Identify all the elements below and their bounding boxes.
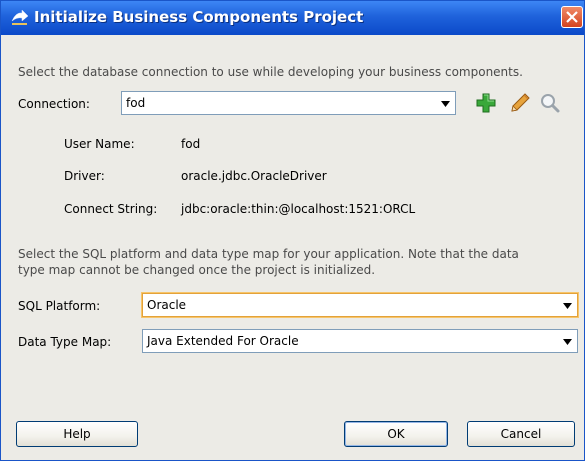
data-type-map-value: Java Extended For Oracle	[147, 334, 299, 348]
help-button-label: Help	[63, 427, 91, 441]
connect-string-value: jdbc:oracle:thin:@localhost:1521:ORCL	[181, 202, 416, 216]
platform-instructions-line2: type map cannot be changed once the proj…	[18, 263, 376, 277]
plus-icon	[476, 93, 496, 113]
cancel-button-label: Cancel	[500, 427, 542, 441]
data-type-map-label: Data Type Map:	[18, 335, 112, 349]
edit-connection-button[interactable]	[509, 92, 531, 114]
platform-instructions-line1: Select the SQL platform and data type ma…	[18, 247, 519, 261]
dialog-window: Initialize Business Components Project S…	[0, 0, 585, 461]
dialog-body: Select the database connection to use wh…	[3, 35, 582, 460]
chevron-down-icon	[441, 101, 450, 107]
connection-label: Connection:	[18, 97, 90, 111]
connect-string-label: Connect String:	[64, 202, 158, 216]
connection-combo[interactable]: fod	[121, 91, 456, 115]
pencil-icon	[511, 93, 530, 112]
driver-value: oracle.jdbc.OracleDriver	[181, 169, 327, 183]
cancel-button[interactable]: Cancel	[467, 421, 575, 447]
data-type-map-combo[interactable]: Java Extended For Oracle	[142, 329, 578, 353]
arrow-app-icon	[11, 9, 29, 27]
title-bar[interactable]: Initialize Business Components Project	[1, 1, 584, 35]
chevron-down-icon	[563, 303, 572, 309]
close-icon	[566, 11, 578, 23]
ok-button[interactable]: OK	[344, 421, 448, 447]
driver-label: Driver:	[64, 169, 105, 183]
connection-value: fod	[126, 96, 146, 110]
ok-button-label: OK	[387, 427, 405, 441]
window-title: Initialize Business Components Project	[34, 8, 364, 26]
sql-platform-value: Oracle	[147, 298, 187, 312]
sql-platform-combo[interactable]: Oracle	[142, 293, 578, 317]
sql-platform-label: SQL Platform:	[18, 299, 101, 313]
close-button[interactable]	[561, 6, 583, 28]
add-connection-button[interactable]	[475, 92, 497, 114]
chevron-down-icon	[563, 339, 572, 345]
help-button[interactable]: Help	[16, 421, 138, 447]
browse-connection-button[interactable]	[539, 92, 561, 114]
user-name-label: User Name:	[64, 137, 135, 151]
connection-instructions: Select the database connection to use wh…	[18, 65, 523, 79]
user-name-value: fod	[181, 137, 201, 151]
magnifier-icon	[541, 94, 560, 113]
